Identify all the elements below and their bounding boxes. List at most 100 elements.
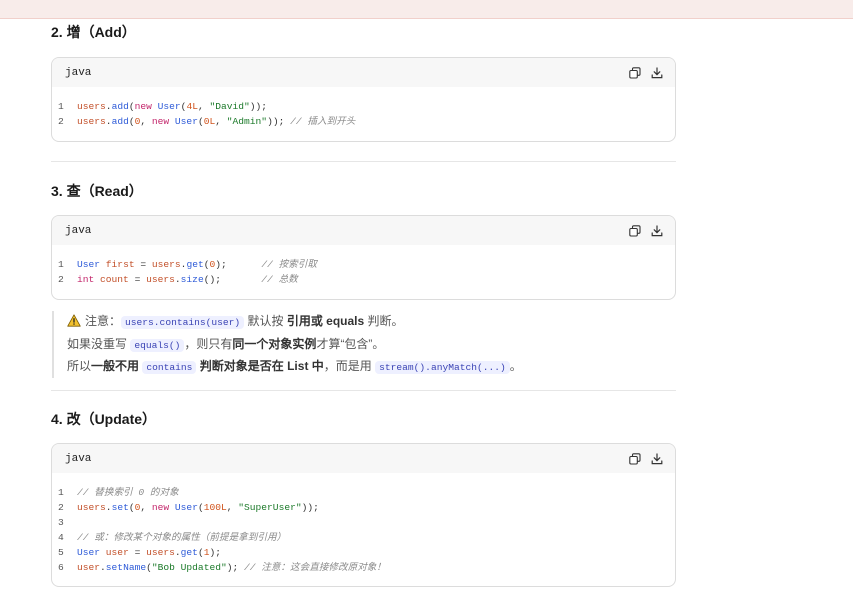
code-token: users (77, 116, 106, 127)
code-token: )); (301, 502, 319, 513)
code-token: get (180, 547, 198, 558)
line-number: 5 (58, 547, 64, 558)
code-body: 1 User first = users.get(0); // 按索引取 2 int … (52, 245, 675, 299)
code-token: // 注意：这会直接修改原对象！ (238, 562, 386, 573)
code-block-header: java (52, 444, 675, 473)
note-emphasis: 一般不用 (91, 359, 140, 373)
code-token: )); (267, 116, 285, 127)
code-line: 2 users.add(0, new User(0L, "Admin")); //… (58, 114, 675, 129)
code-token: = (128, 274, 147, 285)
code-token: new (134, 101, 158, 112)
code-token: (); (203, 274, 221, 285)
code-token: user (77, 562, 101, 573)
section-divider (51, 161, 676, 162)
download-icon[interactable] (650, 66, 664, 80)
note-text: 所以 (67, 359, 92, 373)
line-number: 2 (58, 502, 64, 513)
code-line: 2 int count = users.size(); // 总数 (58, 272, 675, 287)
code-token: , (215, 116, 227, 127)
note-text: 注意： (85, 314, 122, 328)
note-line-1: 注意： users.contains(user) 默认按 引用或 equals 判… (67, 311, 676, 334)
code-line: 1 // 替换索引 0 的对象 (58, 485, 675, 500)
code-token: int (77, 274, 101, 285)
code-token: add (111, 101, 129, 112)
code-body: 1// 替换索引 0 的对象 2 users.set(0, new User(100… (52, 473, 675, 586)
code-token: user (105, 547, 129, 558)
code-block-read: java 1 User first = users.get(0); // 按索引取… (51, 215, 676, 300)
code-line: 1 User first = users.get(0); // 按索引取 (58, 257, 675, 272)
code-token: User (157, 101, 181, 112)
section-divider (51, 390, 676, 391)
code-token: add (111, 116, 129, 127)
line-number: 2 (58, 274, 64, 285)
copy-icon[interactable] (628, 452, 642, 466)
code-token: get (186, 259, 204, 270)
code-token: "Bob Updated" (151, 562, 227, 573)
code-token: setName (105, 562, 147, 573)
code-body: 1 users.add(new User(4L, "David")); 2 users… (52, 87, 675, 141)
line-number: 3 (58, 517, 64, 528)
code-token: , (197, 101, 210, 112)
code-token: 0L (203, 116, 216, 127)
code-block-add: java 1 users.add(new User(4L, "David")); 2… (51, 57, 676, 142)
inline-code: users.contains(user) (121, 316, 245, 329)
line-number: 1 (58, 487, 64, 498)
note-line-3: 所以一般不用 contains 判断对象是否在 List 中，而是用 strea… (67, 356, 676, 378)
code-block-header: java (52, 58, 675, 87)
code-token: users (77, 101, 106, 112)
code-token: , (140, 502, 152, 513)
download-icon[interactable] (650, 452, 664, 466)
line-number: 1 (58, 259, 64, 270)
line-number: 6 (58, 562, 64, 573)
code-token: ); (226, 562, 239, 573)
warning-icon (67, 313, 81, 334)
code-line: 1 users.add(new User(4L, "David")); (58, 99, 675, 114)
line-number: 1 (58, 101, 64, 112)
note-line-2: 如果没重写 equals() ，则只有同一个对象实例才算“包含”。 (67, 334, 676, 356)
note-text: ，而是用 (323, 359, 376, 373)
code-line: 3 (58, 515, 675, 530)
code-token: size (180, 274, 204, 285)
section-heading-read: 3. 查（Read） (51, 183, 143, 199)
code-token: count (100, 274, 129, 285)
inline-code: equals() (130, 339, 185, 352)
code-token: 4L (186, 101, 198, 112)
document-content: 2. 增（Add） java 1 users.add(new User(4L, "… (51, 19, 676, 587)
code-token: users (77, 502, 106, 513)
top-bar (0, 0, 853, 19)
code-token: , (140, 116, 152, 127)
note-text: ，则只有 (184, 337, 233, 351)
code-token: = (134, 259, 152, 270)
code-token: , (226, 502, 239, 513)
inline-code: contains (142, 361, 197, 374)
line-number: 4 (58, 532, 64, 543)
note-text: 。 (509, 359, 522, 373)
code-token: users (151, 259, 181, 270)
code-token: )); (249, 101, 268, 112)
code-token: "David" (209, 101, 250, 112)
code-token: 100L (203, 502, 227, 513)
code-language-label: java (65, 224, 92, 237)
copy-icon[interactable] (628, 224, 642, 238)
note-blockquote: 注意： users.contains(user) 默认按 引用或 equals 判… (52, 311, 676, 378)
code-token: users (146, 274, 175, 285)
code-line: 2 users.set(0, new User(100L, "SuperUser"… (58, 500, 675, 515)
line-number: 2 (58, 116, 64, 127)
code-token: User (77, 547, 106, 558)
code-token: = (128, 547, 147, 558)
code-token: ); (215, 259, 227, 270)
code-block-header: java (52, 216, 675, 245)
note-text: 才算“包含”。 (316, 337, 385, 351)
code-token: ); (209, 547, 221, 558)
copy-icon[interactable] (628, 66, 642, 80)
code-token: first (105, 259, 135, 270)
code-token: users (146, 547, 175, 558)
inline-code: stream().anyMatch(...) (375, 361, 510, 374)
download-icon[interactable] (650, 224, 664, 238)
note-text: 判断。 (364, 314, 404, 328)
code-token: User (174, 116, 198, 127)
code-token: User (174, 502, 198, 513)
code-token: User (77, 259, 106, 270)
